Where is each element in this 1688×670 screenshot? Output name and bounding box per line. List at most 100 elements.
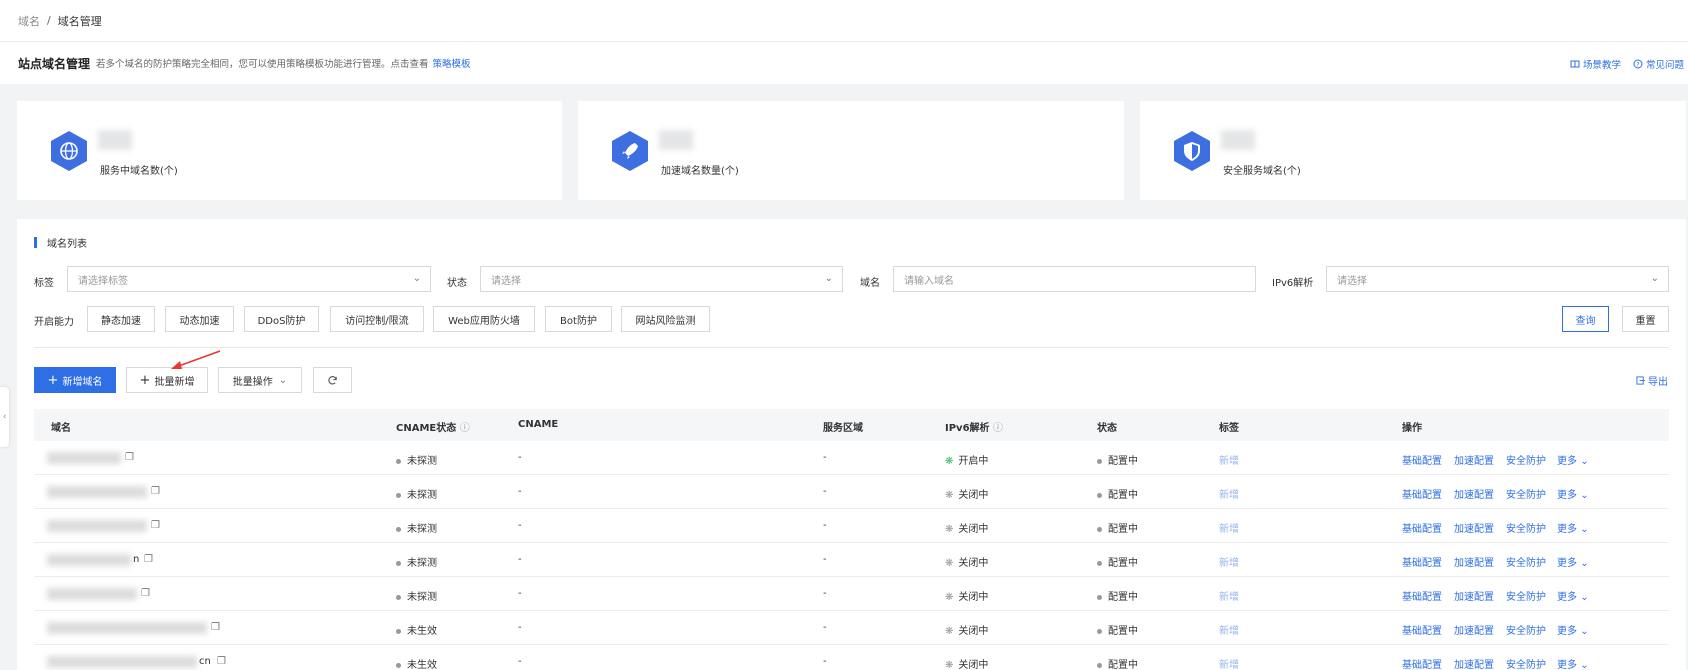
domain-name-blurred[interactable] xyxy=(47,452,121,464)
domain-name-blurred[interactable] xyxy=(47,588,137,600)
stat-card-accel: 加速域名数量(个) xyxy=(578,101,1124,200)
basic-config-link[interactable]: 基础配置 xyxy=(1402,622,1442,637)
collapse-sidebar-handle[interactable]: ‹ xyxy=(0,387,9,447)
add-domain-button[interactable]: + 新增域名 xyxy=(34,367,116,393)
accel-config-link[interactable]: 加速配置 xyxy=(1454,656,1494,670)
copy-icon[interactable]: ❐ xyxy=(151,486,160,497)
breadcrumb-root[interactable]: 域名 xyxy=(18,13,40,29)
ability-static-accel[interactable]: 静态加速 xyxy=(87,306,155,332)
ipv6-text: 关闭中 xyxy=(958,558,989,569)
more-dropdown[interactable]: 更多 ⌄ xyxy=(1557,656,1589,670)
accel-config-link[interactable]: 加速配置 xyxy=(1454,588,1494,603)
status-select[interactable]: 请选择 ⌄ xyxy=(480,266,843,292)
add-tag-link[interactable]: 新增 xyxy=(1219,588,1239,603)
scene-tutorial-link[interactable]: 场景教学 xyxy=(1570,57,1621,71)
copy-icon[interactable]: ❐ xyxy=(151,520,160,531)
chevron-down-icon: ⌄ xyxy=(412,273,421,284)
status-cell: 配置中 xyxy=(1097,656,1138,670)
accel-config-link[interactable]: 加速配置 xyxy=(1454,622,1494,637)
copy-icon[interactable]: ❐ xyxy=(144,554,153,565)
ipv6-cell: ❋ 关闭中 xyxy=(945,622,988,637)
table-body: ❐ 未探测 - - ❋ 开启中 配置中 新增 基础配置 加速配置 安全防护 更多 … xyxy=(34,441,1669,670)
security-link[interactable]: 安全防护 xyxy=(1506,452,1546,467)
accel-config-link[interactable]: 加速配置 xyxy=(1454,452,1494,467)
more-dropdown[interactable]: 更多 ⌄ xyxy=(1557,554,1589,569)
ipv6-cell: ❋ 关闭中 xyxy=(945,486,988,501)
domain-name-blurred[interactable] xyxy=(47,486,147,498)
more-dropdown[interactable]: 更多 ⌄ xyxy=(1557,520,1589,535)
stat-card-serving: 服务中域名数(个) xyxy=(17,101,562,200)
add-tag-link[interactable]: 新增 xyxy=(1219,656,1239,670)
status-dot xyxy=(396,594,401,600)
security-link[interactable]: 安全防护 xyxy=(1506,588,1546,603)
basic-config-link[interactable]: 基础配置 xyxy=(1402,452,1442,467)
ability-waf[interactable]: Web应用防火墙 xyxy=(433,306,535,332)
loading-icon: ❋ xyxy=(945,626,954,637)
add-tag-link[interactable]: 新增 xyxy=(1219,486,1239,501)
ability-access-control[interactable]: 访问控制/限流 xyxy=(330,306,424,332)
ipv6-text: 开启中 xyxy=(958,456,989,467)
status-dot xyxy=(396,662,401,668)
cname-cell: - xyxy=(518,554,522,565)
query-button[interactable]: 查询 xyxy=(1562,306,1609,332)
info-icon[interactable]: ⓘ xyxy=(993,423,1003,434)
accel-config-link[interactable]: 加速配置 xyxy=(1454,554,1494,569)
ability-bot[interactable]: Bot防护 xyxy=(545,306,612,332)
ipv6-select[interactable]: 请选择 ⌄ xyxy=(1326,266,1669,292)
copy-icon[interactable]: ❐ xyxy=(141,588,150,599)
add-tag-link[interactable]: 新增 xyxy=(1219,520,1239,535)
domain-name-blurred[interactable] xyxy=(47,554,131,566)
security-link[interactable]: 安全防护 xyxy=(1506,622,1546,637)
cname-status-text: 未探测 xyxy=(407,524,437,535)
copy-icon[interactable]: ❐ xyxy=(217,656,226,667)
basic-config-link[interactable]: 基础配置 xyxy=(1402,486,1442,501)
domain-name-blurred[interactable] xyxy=(47,656,197,668)
basic-config-link[interactable]: 基础配置 xyxy=(1402,520,1442,535)
cname-status-text: 未探测 xyxy=(407,490,437,501)
add-tag-link[interactable]: 新增 xyxy=(1219,452,1239,467)
export-icon xyxy=(1636,375,1645,385)
chevron-down-icon: ⌄ xyxy=(1580,660,1589,670)
ability-ddos[interactable]: DDoS防护 xyxy=(244,306,319,332)
more-dropdown[interactable]: 更多 ⌄ xyxy=(1557,622,1589,637)
add-tag-link[interactable]: 新增 xyxy=(1219,554,1239,569)
security-link[interactable]: 安全防护 xyxy=(1506,656,1546,670)
ability-risk-monitor[interactable]: 网站风险监测 xyxy=(621,306,710,332)
export-label: 导出 xyxy=(1648,376,1668,388)
domain-name-blurred[interactable] xyxy=(47,520,147,532)
security-link[interactable]: 安全防护 xyxy=(1506,520,1546,535)
export-button[interactable]: 导出 xyxy=(1634,367,1670,393)
more-dropdown[interactable]: 更多 ⌄ xyxy=(1557,486,1589,501)
copy-icon[interactable]: ❐ xyxy=(211,622,220,633)
ipv6-cell: ❋ 关闭中 xyxy=(945,520,988,535)
ipv6-text: 关闭中 xyxy=(958,592,989,603)
ability-dynamic-accel[interactable]: 动态加速 xyxy=(165,306,234,332)
security-link[interactable]: 安全防护 xyxy=(1506,486,1546,501)
basic-config-link[interactable]: 基础配置 xyxy=(1402,554,1442,569)
more-dropdown[interactable]: 更多 ⌄ xyxy=(1557,588,1589,603)
batch-ops-dropdown[interactable]: 批量操作 ⌄ xyxy=(218,367,302,393)
loading-icon: ❋ xyxy=(945,558,954,569)
refresh-button[interactable] xyxy=(313,367,352,393)
add-tag-link[interactable]: 新增 xyxy=(1219,622,1239,637)
accel-config-link[interactable]: 加速配置 xyxy=(1454,486,1494,501)
accel-config-link[interactable]: 加速配置 xyxy=(1454,520,1494,535)
basic-config-link[interactable]: 基础配置 xyxy=(1402,588,1442,603)
more-dropdown[interactable]: 更多 ⌄ xyxy=(1557,452,1589,467)
security-link[interactable]: 安全防护 xyxy=(1506,554,1546,569)
table-row: ❐ 未探测 - - ❋ 开启中 配置中 新增 基础配置 加速配置 安全防护 更多 … xyxy=(34,441,1669,475)
svg-text:?: ? xyxy=(1636,62,1639,69)
basic-config-link[interactable]: 基础配置 xyxy=(1402,656,1442,670)
copy-icon[interactable]: ❐ xyxy=(125,452,134,463)
info-icon[interactable]: ⓘ xyxy=(460,423,470,434)
domain-name-blurred[interactable] xyxy=(47,622,207,634)
policy-template-link[interactable]: 策略模板 xyxy=(433,56,471,70)
help-icon: ? xyxy=(1633,59,1643,69)
ipv6-cell: ❋ 开启中 xyxy=(945,452,988,467)
domain-table: 域名 CNAME状态 ⓘ CNAME 服务区域 IPv6解析 ⓘ 状态 标签 操… xyxy=(34,409,1669,670)
status-text: 配置中 xyxy=(1108,660,1138,670)
domain-search-input[interactable]: 请输入域名 xyxy=(893,266,1256,292)
faq-link[interactable]: ? 常见问题 xyxy=(1633,57,1684,71)
reset-button[interactable]: 重置 xyxy=(1622,306,1669,332)
tag-select[interactable]: 请选择标签 ⌄ xyxy=(67,266,431,292)
